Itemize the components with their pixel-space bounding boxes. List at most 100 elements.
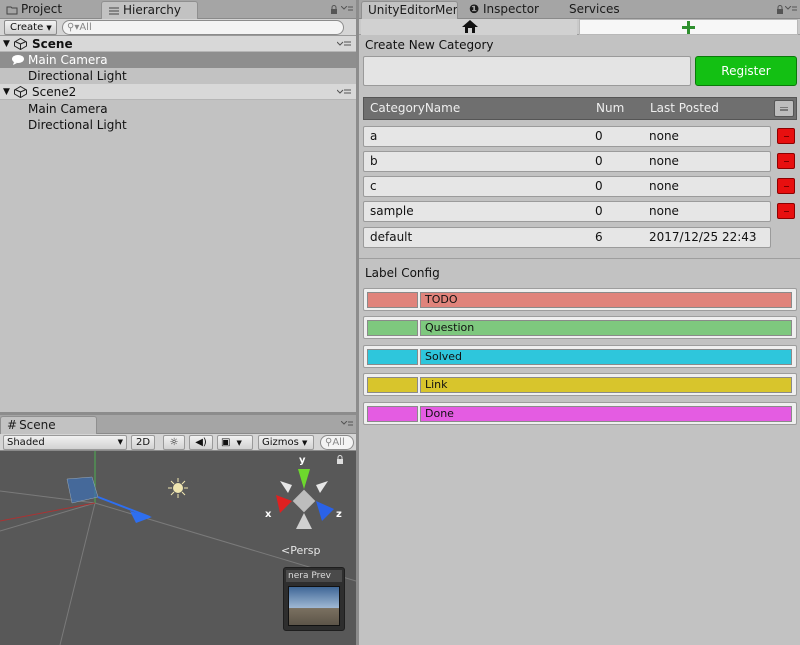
grid-icon: # xyxy=(7,418,18,432)
home-icon xyxy=(462,20,478,33)
image-icon: ▣ xyxy=(221,437,231,448)
shading-mode-dropdown[interactable]: Shaded ▼ xyxy=(3,435,127,450)
info-icon: ❶ xyxy=(469,2,480,16)
toggle-2d-button[interactable]: 2D xyxy=(131,435,155,450)
create-dropdown[interactable]: Create ▼ xyxy=(4,20,57,35)
shading-label: Shaded xyxy=(7,437,45,448)
tab-unity-editor-memo[interactable]: UnityEditorMem xyxy=(361,1,458,19)
hierarchy-tabstrip: Project Hierarchy xyxy=(0,0,356,19)
scene-viewport[interactable]: y x z <Persp nera Prev xyxy=(0,451,356,645)
gizmos-label: Gizmos xyxy=(262,437,299,448)
label-color-swatch[interactable] xyxy=(367,377,418,393)
scene-view-panel: # Scene Shaded ▼ 2D ☼ ◀) ▣ ▼ Gizmos ▼ ⚲All xyxy=(0,415,356,645)
search-icon: ⚲▾ xyxy=(67,22,80,33)
dropdown-arrow-icon: ▼ xyxy=(302,439,308,447)
home-button[interactable] xyxy=(361,19,577,35)
tree-row-label: Directional Light xyxy=(28,69,127,83)
tab-memo-label: UnityEditorMem xyxy=(368,3,458,17)
memo-toolbar xyxy=(359,19,800,35)
tree-row-scene[interactable]: ▼ Scene xyxy=(0,36,356,52)
label-name-field[interactable]: Question xyxy=(420,320,792,336)
tree-row-main-camera[interactable]: Main Camera xyxy=(0,52,356,68)
audio-toggle[interactable]: ◀) xyxy=(189,435,213,450)
table-row[interactable]: a 0 none xyxy=(363,126,771,147)
tree-row-label: Scene xyxy=(32,37,73,51)
delete-category-button[interactable] xyxy=(777,153,795,169)
panel-menu-icon[interactable] xyxy=(341,421,353,428)
delete-category-button[interactable] xyxy=(777,178,795,194)
header-num: Num xyxy=(596,101,625,115)
axis-z-label: z xyxy=(336,509,342,520)
row-menu-icon[interactable] xyxy=(337,41,351,47)
axis-y-label: y xyxy=(299,455,306,466)
lock-icon[interactable] xyxy=(330,5,338,14)
tree-row-scene2[interactable]: ▼ Scene2 xyxy=(0,84,356,100)
row-last-posted: none xyxy=(649,179,679,193)
tab-scene-label: Scene xyxy=(19,418,56,432)
memo-panel: UnityEditorMem ❶ Inspector Services Crea… xyxy=(359,0,800,645)
tree-row-directional-light-2[interactable]: Directional Light xyxy=(0,117,356,133)
memo-tabstrip: UnityEditorMem ❶ Inspector Services xyxy=(359,0,800,19)
lighting-toggle[interactable]: ☼ xyxy=(163,435,185,450)
unity-scene-icon xyxy=(14,38,27,50)
tab-hierarchy-label: Hierarchy xyxy=(123,3,182,17)
tab-hierarchy[interactable]: Hierarchy xyxy=(101,1,198,19)
perspective-toggle[interactable]: <Persp xyxy=(281,544,320,557)
panel-menu-icon[interactable] xyxy=(341,6,353,13)
sort-button[interactable] xyxy=(774,100,794,117)
lock-icon[interactable] xyxy=(336,455,344,464)
list-icon xyxy=(109,7,119,14)
label-config-title: Label Config xyxy=(365,266,440,280)
table-row[interactable]: sample 0 none xyxy=(363,201,771,222)
row-category-name: b xyxy=(370,154,378,168)
label-color-swatch[interactable] xyxy=(367,320,418,336)
label-color-swatch[interactable] xyxy=(367,349,418,365)
camera-preview-title: nera Prev xyxy=(286,570,342,582)
tree-row-main-camera-2[interactable]: Main Camera xyxy=(0,101,356,117)
register-button[interactable]: Register xyxy=(695,56,797,86)
label-name-field[interactable]: Link xyxy=(420,377,792,393)
gizmos-dropdown[interactable]: Gizmos ▼ xyxy=(258,435,314,450)
label-name-field[interactable]: TODO xyxy=(420,292,792,308)
row-category-name: a xyxy=(370,129,378,143)
row-menu-icon[interactable] xyxy=(337,89,351,95)
lock-icon[interactable] xyxy=(776,5,784,14)
sort-icon xyxy=(780,107,788,111)
header-last-posted: Last Posted xyxy=(650,101,719,115)
scene-toolbar: Shaded ▼ 2D ☼ ◀) ▣ ▼ Gizmos ▼ ⚲All xyxy=(0,434,356,451)
scene-search-input[interactable]: ⚲All xyxy=(320,435,354,450)
add-memo-button[interactable] xyxy=(579,19,798,35)
section-divider xyxy=(359,258,800,259)
effects-dropdown[interactable]: ▣ ▼ xyxy=(217,435,253,450)
label-color-swatch[interactable] xyxy=(367,406,418,422)
search-placeholder: All xyxy=(79,22,92,33)
light-icon xyxy=(168,478,188,498)
tab-project[interactable]: Project xyxy=(0,1,97,19)
label-color-swatch[interactable] xyxy=(367,292,418,308)
label-config-row: Link xyxy=(363,373,797,396)
tree-row-label: Main Camera xyxy=(28,102,108,116)
row-category-name: default xyxy=(370,230,413,244)
hierarchy-search-input[interactable]: ⚲▾All xyxy=(62,20,344,35)
row-last-posted: none xyxy=(649,154,679,168)
label-name-field[interactable]: Solved xyxy=(420,349,792,365)
panel-menu-icon[interactable] xyxy=(785,6,797,13)
row-last-posted: none xyxy=(649,204,679,218)
table-row[interactable]: b 0 none xyxy=(363,151,771,172)
perspective-icon: < xyxy=(281,544,291,557)
tab-services[interactable]: Services xyxy=(563,1,643,19)
category-name-input[interactable] xyxy=(363,56,691,86)
tree-row-directional-light[interactable]: Directional Light xyxy=(0,68,356,84)
label-config-row: TODO xyxy=(363,288,797,311)
row-num: 0 xyxy=(595,204,603,218)
camera-preview: nera Prev xyxy=(283,567,345,631)
delete-category-button[interactable] xyxy=(777,203,795,219)
tab-scene[interactable]: # Scene xyxy=(0,416,97,434)
hierarchy-toolbar: Create ▼ ⚲▾All xyxy=(0,19,356,36)
label-name-field[interactable]: Done xyxy=(420,406,792,422)
table-row[interactable]: default 6 2017/12/25 22:43 xyxy=(363,227,771,248)
register-label: Register xyxy=(721,64,771,78)
table-row[interactable]: c 0 none xyxy=(363,176,771,197)
delete-category-button[interactable] xyxy=(777,128,795,144)
tab-inspector[interactable]: ❶ Inspector xyxy=(463,1,558,19)
